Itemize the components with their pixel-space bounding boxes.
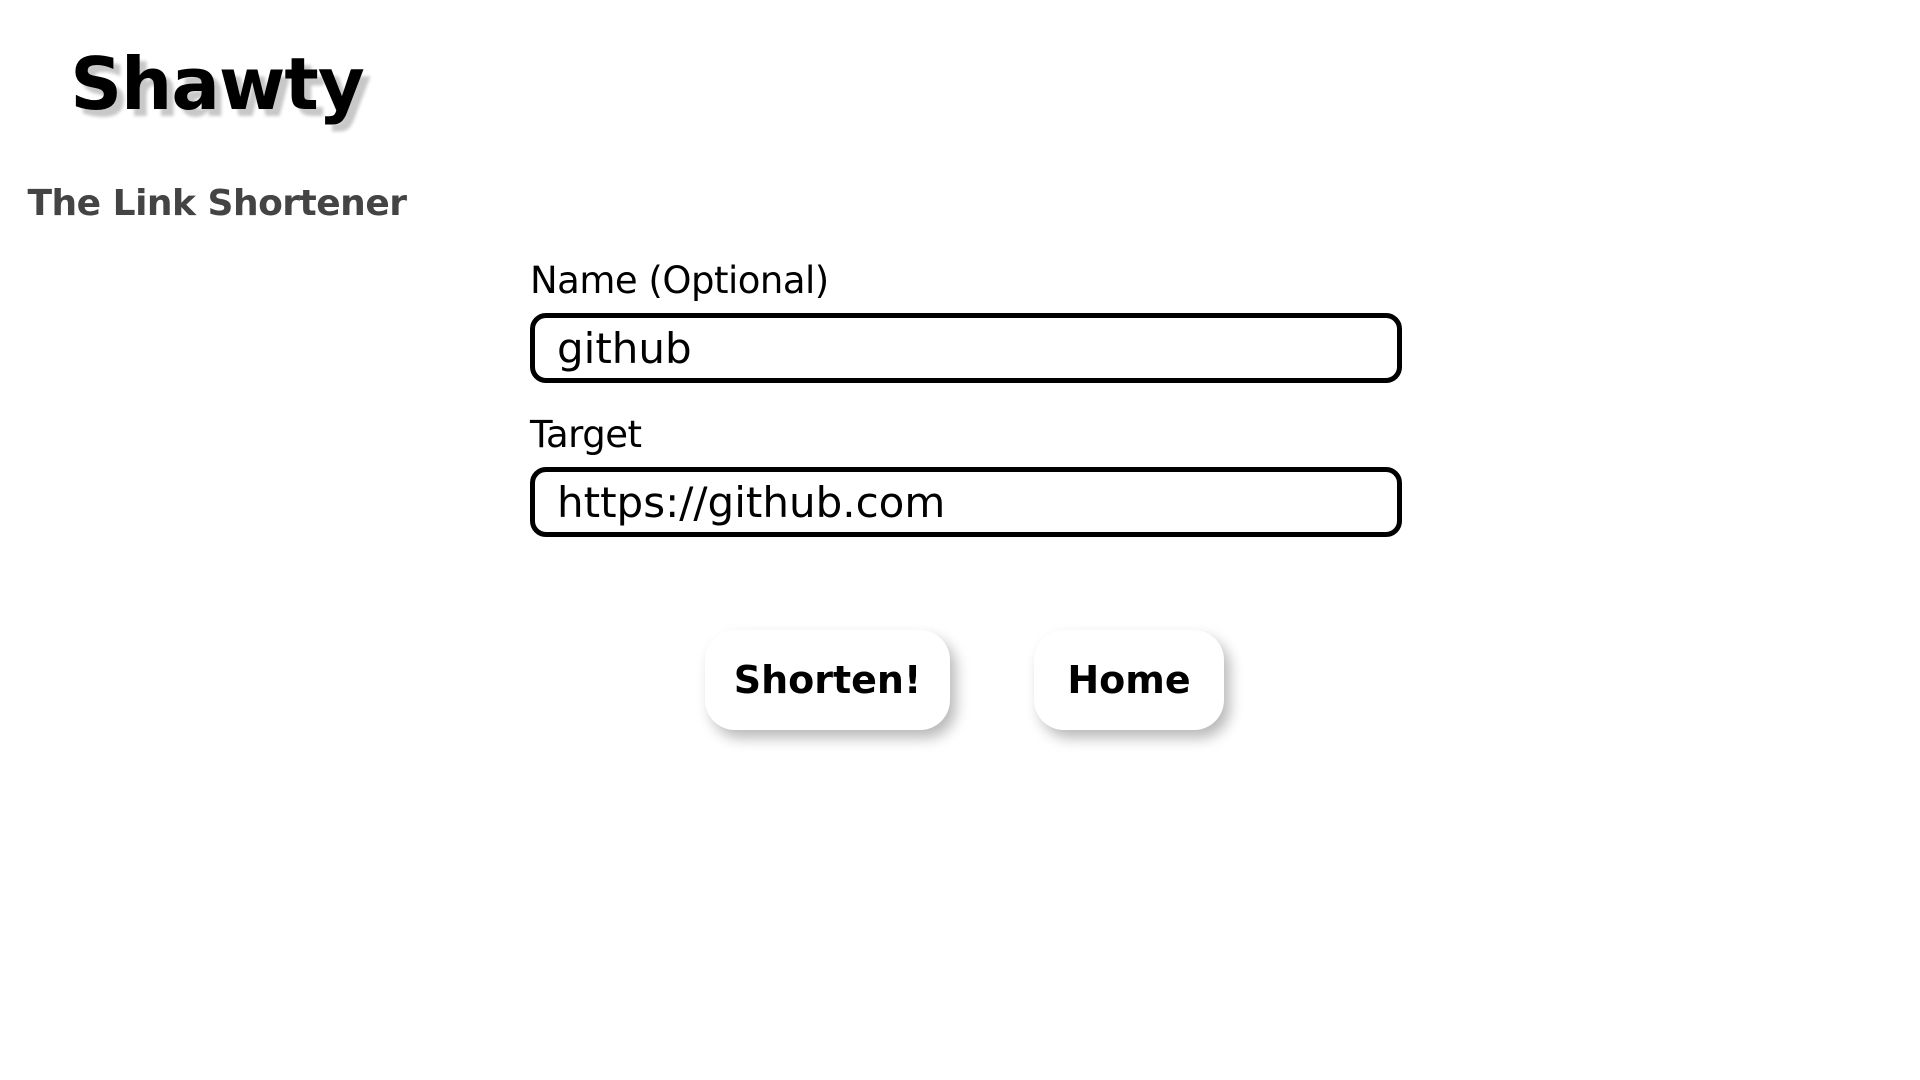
- action-buttons: Shorten! Home: [0, 630, 1920, 730]
- target-input[interactable]: [530, 467, 1402, 537]
- home-button[interactable]: Home: [1034, 630, 1224, 730]
- target-field-label: Target: [530, 413, 642, 456]
- name-field-group: Name (Optional): [530, 257, 1402, 383]
- name-field-label: Name (Optional): [530, 259, 829, 302]
- shorten-button[interactable]: Shorten!: [705, 630, 950, 730]
- target-field-group: Target: [530, 411, 1402, 537]
- name-input[interactable]: [530, 313, 1402, 383]
- app-subtitle: The Link Shortener: [27, 183, 407, 224]
- brand-header: Shawty The Link Shortener: [0, 40, 434, 226]
- shorten-form: Name (Optional) Target: [530, 257, 1402, 537]
- page: Shawty The Link Shortener Name (Optional…: [0, 0, 1920, 1080]
- app-title: Shawty: [70, 42, 365, 126]
